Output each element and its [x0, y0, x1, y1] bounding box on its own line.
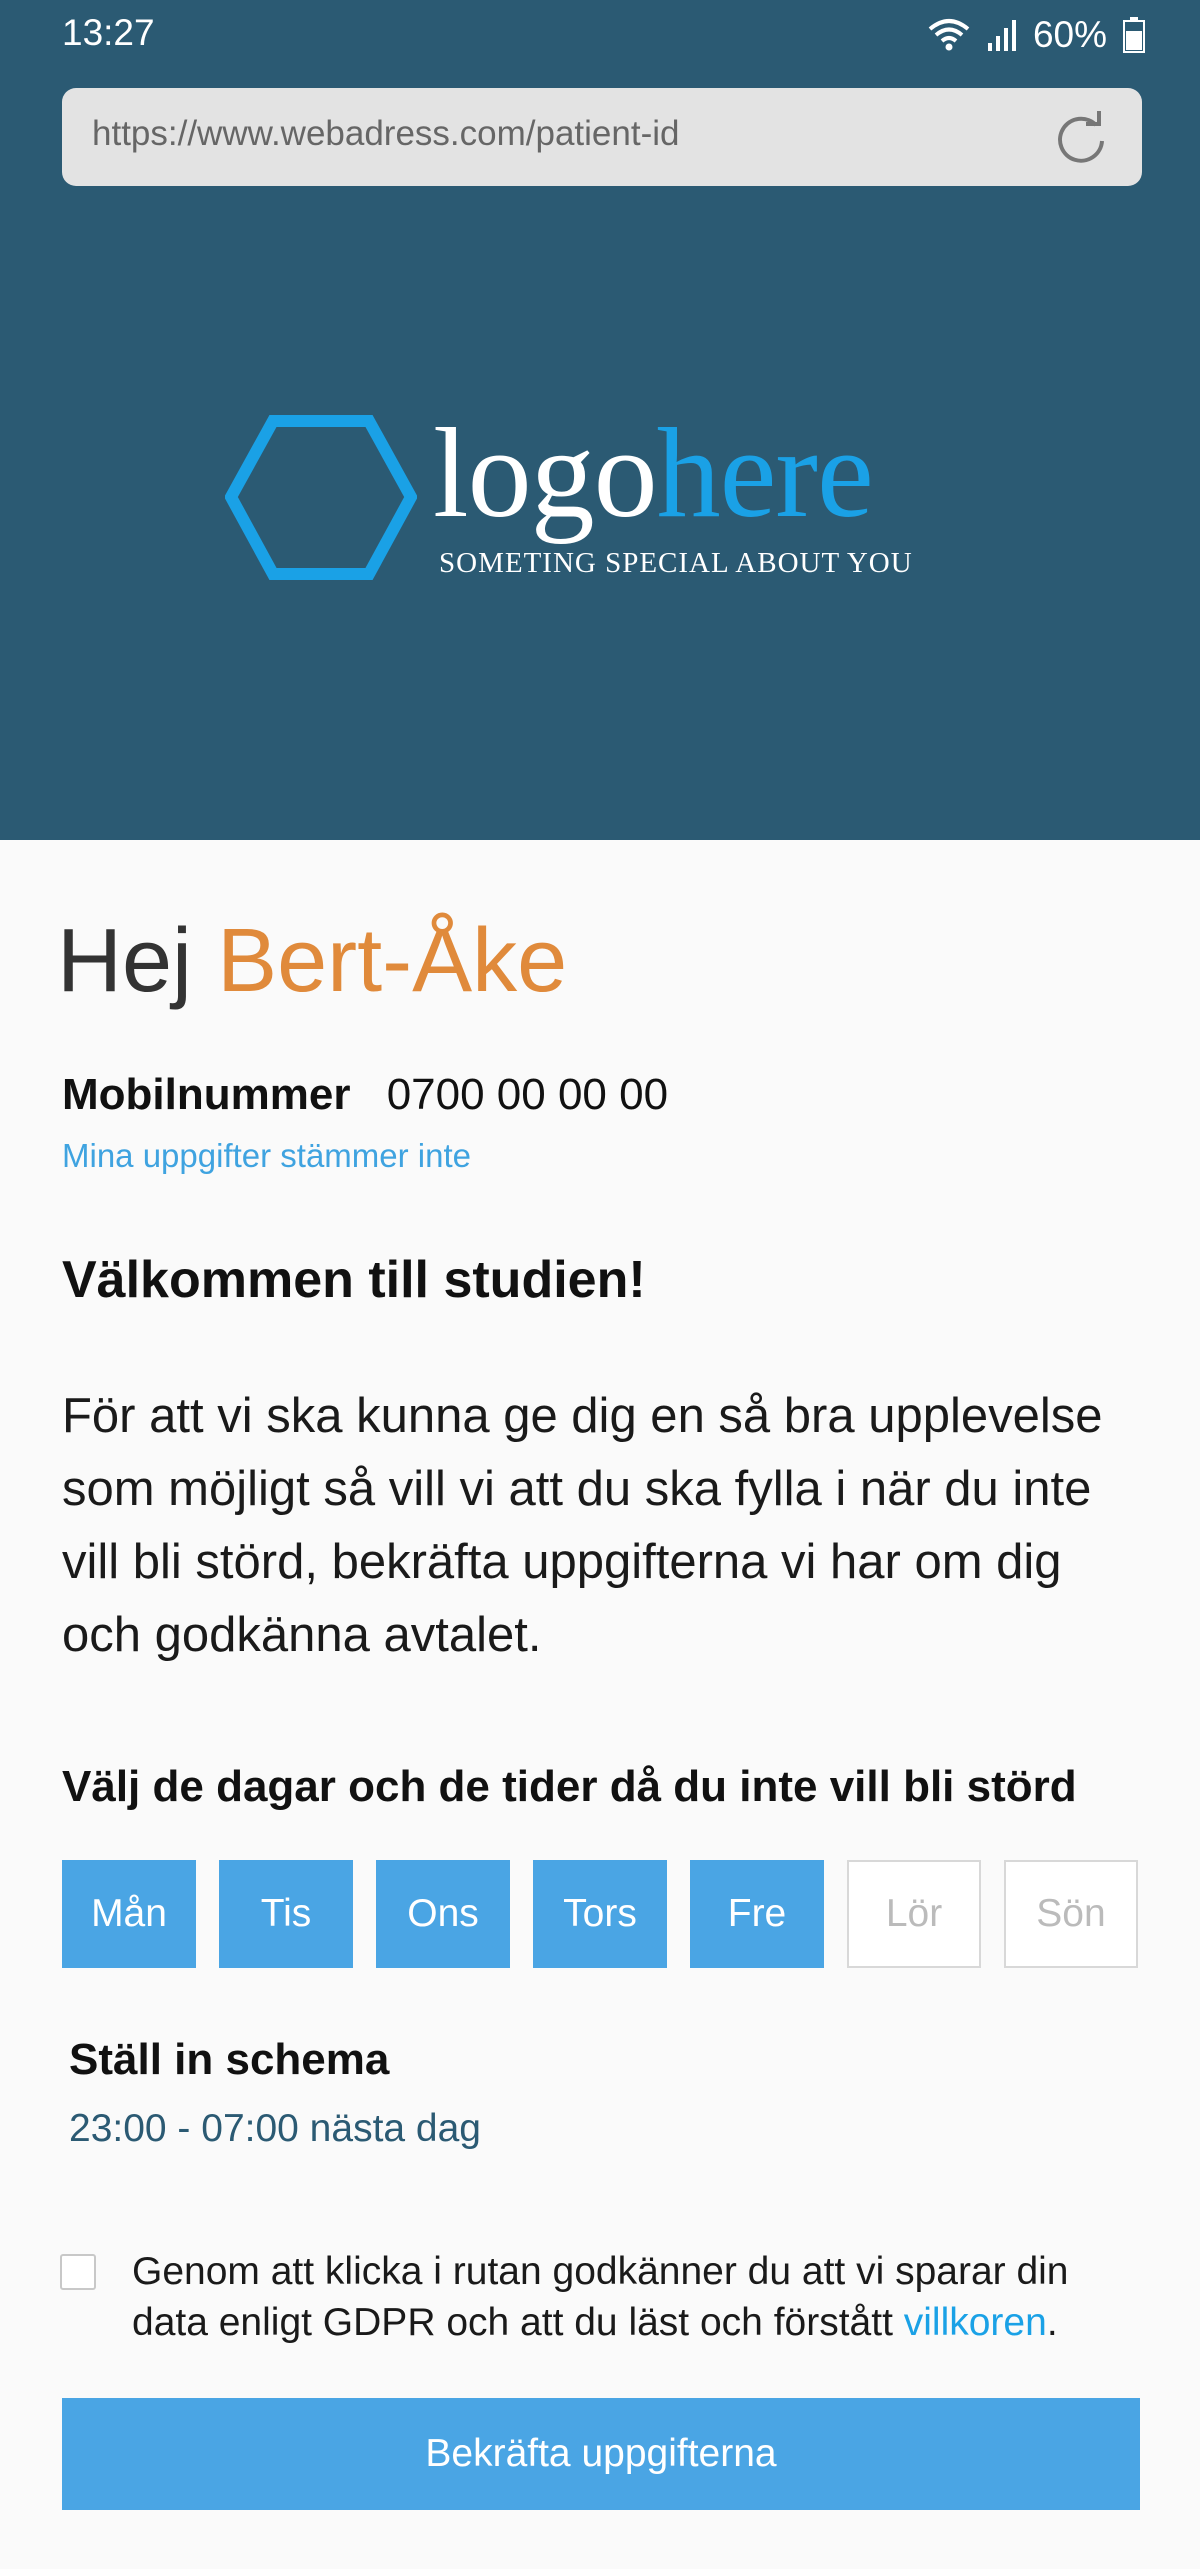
confirm-button[interactable]: Bekräfta uppgifterna — [62, 2398, 1140, 2510]
day-selector: Mån Tis Ons Tors Fre Lör Sön — [62, 1860, 1140, 1968]
days-title: Välj de dagar och de tider då du inte vi… — [62, 1762, 1077, 1811]
mobile-label: Mobilnummer — [62, 1070, 351, 1119]
intro-text: För att vi ska kunna ge dig en så bra up… — [62, 1389, 1103, 1662]
mobile-number-row: Mobilnummer 0700 00 00 00 — [62, 1070, 668, 1120]
greeting-hello: Hej — [57, 911, 193, 1011]
status-time: 13:27 — [62, 12, 155, 53]
schedule-title: Ställ in schema — [69, 2035, 390, 2084]
wrong-info-link[interactable]: Mina uppgifter stämmer inte — [62, 1137, 471, 1175]
day-toggle-sun[interactable]: Sön — [1004, 1860, 1138, 1968]
signal-icon — [987, 19, 1017, 51]
greeting: Hej Bert-Åke — [57, 910, 567, 1013]
wifi-icon — [927, 17, 971, 53]
logo-tagline: SOMETING SPECIAL ABOUT YOU — [439, 547, 913, 579]
battery-level: 60% — [1032, 14, 1107, 55]
day-toggle-wed[interactable]: Ons — [376, 1860, 510, 1968]
mobile-value: 0700 00 00 00 — [386, 1070, 669, 1119]
hexagon-icon — [225, 415, 417, 580]
day-toggle-tue[interactable]: Tis — [219, 1860, 353, 1968]
terms-link[interactable]: villkoren — [904, 2301, 1047, 2344]
day-toggle-thu[interactable]: Tors — [533, 1860, 667, 1968]
day-toggle-mon[interactable]: Mån — [62, 1860, 196, 1968]
url-text[interactable]: https://www.webadress.com/patient-id — [92, 114, 679, 154]
schedule-time[interactable]: 23:00 - 07:00 nästa dag — [69, 2107, 481, 2151]
status-indicators: 60% — [927, 14, 1145, 56]
day-toggle-sat[interactable]: Lör — [847, 1860, 981, 1968]
brand-logo: logohere SOMETING SPECIAL ABOUT YOU — [225, 409, 985, 595]
gdpr-consent-text: Genom att klicka i rutan godkänner du at… — [132, 2250, 1069, 2344]
day-toggle-fri[interactable]: Fre — [690, 1860, 824, 1968]
header-banner: 13:27 60% https://www.webadress.com/pati… — [0, 0, 1200, 840]
gdpr-checkbox[interactable] — [60, 2254, 96, 2290]
greeting-name: Bert-Åke — [217, 911, 568, 1011]
battery-icon — [1123, 17, 1145, 53]
address-bar[interactable]: https://www.webadress.com/patient-id — [62, 88, 1142, 186]
logo-wordmark: logohere — [433, 402, 874, 544]
reload-icon[interactable] — [1052, 108, 1110, 166]
welcome-title: Välkommen till studien! — [62, 1251, 646, 1309]
status-bar: 13:27 60% — [0, 0, 1200, 80]
